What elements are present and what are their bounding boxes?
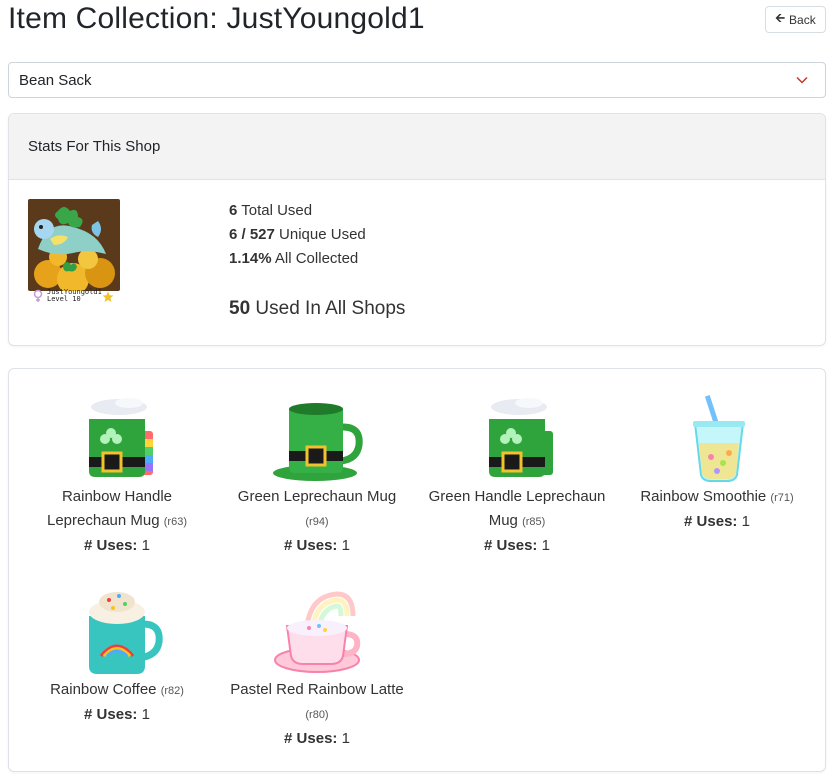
stat-all-collected: 1.14% All Collected <box>229 250 359 267</box>
item-name: Green Leprechaun Mug <box>237 488 397 505</box>
arrow-left-icon: 🡨 <box>775 11 786 25</box>
stats-card-header: Stats For This Shop <box>9 114 825 180</box>
item-rarity: (r82) <box>160 685 184 697</box>
item-name: Green Handle Leprechaun Mug <box>428 488 606 529</box>
stat-unique-used: 6 / 527 Unique Used <box>229 226 366 243</box>
item-uses: # Uses: 1 <box>84 706 150 723</box>
stat-total-used: 6 Total Used <box>229 202 313 219</box>
back-button-label: Back <box>789 12 816 27</box>
item-rarity: (r85) <box>522 516 546 528</box>
shop-select-value: Bean Sack <box>19 71 92 89</box>
item-uses: # Uses: 1 <box>284 730 350 747</box>
green-handle-leprechaun-mug-icon <box>489 398 553 477</box>
item-uses: # Uses: 1 <box>684 513 750 530</box>
rainbow-smoothie-icon <box>693 395 745 482</box>
user-info: JustYoungold1 Level 10 <box>47 289 102 303</box>
stat-all-shops: 50 Used In All Shops <box>229 298 406 319</box>
rainbow-handle-leprechaun-mug-icon <box>89 398 153 477</box>
pastel-red-rainbow-latte-icon <box>274 591 361 673</box>
shop-select[interactable]: Bean Sack <box>8 62 826 98</box>
chevron-down-icon <box>796 76 808 84</box>
item-name: Rainbow Smoothie <box>640 488 767 505</box>
user-level: Level 10 <box>47 295 81 303</box>
rainbow-coffee-icon <box>89 592 163 674</box>
item-rarity: (r63) <box>163 516 187 528</box>
item-uses: # Uses: 1 <box>84 537 150 554</box>
item-rarity: (r71) <box>770 492 794 504</box>
gender-icon <box>33 289 43 302</box>
user-avatar[interactable] <box>28 199 120 291</box>
item-card[interactable]: Rainbow Handle Leprechaun Mug (r63) # Us… <box>17 393 217 558</box>
item-rarity: (r80) <box>305 709 329 721</box>
item-uses: # Uses: 1 <box>284 537 350 554</box>
item-uses: # Uses: 1 <box>484 537 550 554</box>
item-name: Rainbow Coffee <box>50 681 157 698</box>
item-card[interactable]: Green Leprechaun Mug (r94) # Uses: 1 <box>217 393 417 558</box>
item-card[interactable]: Pastel Red Rainbow Latte (r80) # Uses: 1 <box>217 586 417 751</box>
items-card: Rainbow Handle Leprechaun Mug (r63) # Us… <box>8 368 826 772</box>
green-leprechaun-mug-icon <box>273 403 363 481</box>
item-rarity: (r94) <box>305 516 329 528</box>
stats-card: Stats For This Shop JustYoungold1 Level … <box>8 113 826 346</box>
item-name: Rainbow Handle Leprechaun Mug <box>47 488 173 529</box>
item-name: Pastel Red Rainbow Latte <box>230 681 404 698</box>
item-card[interactable]: Green Handle Leprechaun Mug (r85) # Uses… <box>417 393 617 558</box>
item-card[interactable]: Rainbow Smoothie (r71) # Uses: 1 <box>617 393 817 534</box>
item-card[interactable]: Rainbow Coffee (r82) # Uses: 1 <box>17 586 217 727</box>
star-icon <box>102 291 114 302</box>
back-button[interactable]: 🡨 Back <box>765 6 826 33</box>
page-title: Item Collection: JustYoungold1 <box>8 2 425 35</box>
dragon-avatar-icon <box>28 199 120 291</box>
